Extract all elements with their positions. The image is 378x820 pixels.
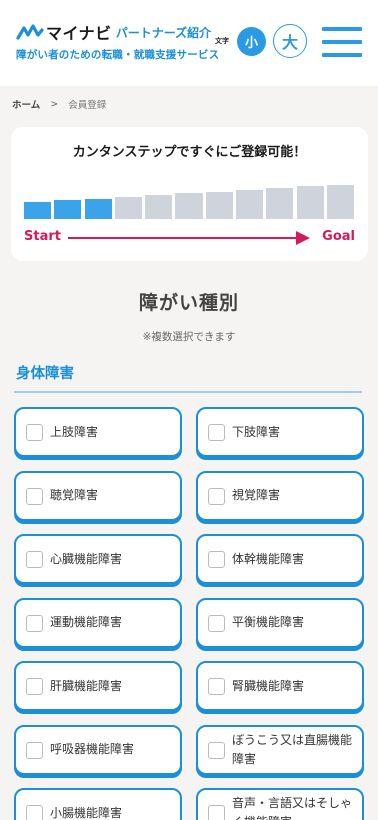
option-label: 視覚障害 xyxy=(232,488,281,503)
breadcrumb-current: 会員登録 xyxy=(68,100,107,111)
option-label: 肝臓機能障害 xyxy=(50,678,123,693)
option-checkbox[interactable] xyxy=(26,678,43,695)
option-checkbox[interactable] xyxy=(208,424,225,441)
step-bar xyxy=(145,195,173,219)
option-checkbox[interactable] xyxy=(208,741,225,759)
logo[interactable]: マイナビ パートナーズ紹介 xyxy=(16,20,211,44)
disability-option[interactable]: 音声・言語又はそしゃく機能障害 xyxy=(196,788,364,820)
option-checkbox[interactable] xyxy=(26,551,43,568)
step-bar xyxy=(54,200,82,219)
disability-option[interactable]: 上肢障害 xyxy=(14,407,182,457)
category-divider xyxy=(14,391,362,393)
step-bar xyxy=(114,196,142,219)
disability-option[interactable]: 平衡機能障害 xyxy=(196,597,364,648)
option-checkbox[interactable] xyxy=(26,741,43,759)
step-bar xyxy=(296,186,324,219)
option-label: 聴覚障害 xyxy=(50,488,99,503)
step-progress-card: カンタンステップですぐにご登録可能！ Start Goal xyxy=(11,127,368,261)
step-bar xyxy=(175,193,203,219)
logo-subtitle: パートナーズ紹介 xyxy=(115,25,212,40)
breadcrumb-home[interactable]: ホーム xyxy=(12,97,40,111)
disability-option[interactable]: 腎臓機能障害 xyxy=(196,661,364,711)
step-bar xyxy=(205,191,233,219)
option-checkbox[interactable] xyxy=(208,614,225,632)
disability-option[interactable]: 呼吸器機能障害 xyxy=(14,724,182,775)
option-checkbox[interactable] xyxy=(26,805,43,820)
step-progress-bars xyxy=(24,167,354,219)
option-label: 呼吸器機能障害 xyxy=(50,742,135,757)
option-checkbox[interactable] xyxy=(208,805,225,820)
option-checkbox[interactable] xyxy=(26,487,43,505)
step-bar xyxy=(326,184,354,219)
site-header: マイナビ パートナーズ紹介 障がい者のための転職・就職支援サービス 文字 小 大 xyxy=(0,0,378,86)
section-title: 障がい種別 xyxy=(138,292,239,314)
breadcrumb-separator: > xyxy=(50,98,59,110)
option-label: 音声・言語又はそしゃく機能障害 xyxy=(232,796,353,820)
option-checkbox[interactable] xyxy=(208,487,225,505)
start-label: Start xyxy=(24,229,61,244)
goal-label: Goal xyxy=(322,229,355,244)
option-checkbox[interactable] xyxy=(26,614,43,632)
start-goal-indicator: Start Goal xyxy=(24,227,355,247)
disability-option[interactable]: ぼうこう又は直腸機能障害 xyxy=(196,724,364,775)
option-label: ぼうこう又は直腸機能障害 xyxy=(232,732,353,766)
option-label: 平衡機能障害 xyxy=(232,615,305,630)
disability-option[interactable]: 運動機能障害 xyxy=(14,597,182,648)
font-size-large-button[interactable]: 大 xyxy=(273,24,307,58)
hamburger-menu-icon[interactable] xyxy=(322,25,364,59)
tagline: 障がい者のための転職・就職支援サービス xyxy=(16,49,220,61)
mynavi-logo-icon xyxy=(16,24,44,40)
logo-brand: マイナビ xyxy=(46,24,112,43)
disability-option[interactable]: 小腸機能障害 xyxy=(14,788,182,820)
option-label: 上肢障害 xyxy=(50,424,99,439)
disability-option[interactable]: 視覚障害 xyxy=(196,470,364,521)
option-label: 体幹機能障害 xyxy=(232,551,305,566)
option-checkbox[interactable] xyxy=(208,551,225,568)
disability-option[interactable]: 聴覚障害 xyxy=(14,470,182,521)
step-card-title: カンタンステップですぐにご登録可能！ xyxy=(72,145,307,160)
step-bar xyxy=(24,202,52,219)
option-label: 腎臓機能障害 xyxy=(232,678,305,693)
step-bar xyxy=(84,198,112,219)
arrow-right-icon xyxy=(296,231,310,245)
step-bar xyxy=(236,189,264,219)
step-bar xyxy=(266,188,294,219)
disability-option[interactable]: 下肢障害 xyxy=(196,407,364,457)
category-title: 身体障害 xyxy=(16,366,74,382)
option-label: 小腸機能障害 xyxy=(50,805,123,820)
breadcrumb: ホーム > 会員登録 xyxy=(12,97,107,112)
font-size-small-button[interactable]: 小 xyxy=(237,27,266,56)
disability-option[interactable]: 肝臓機能障害 xyxy=(14,661,182,711)
option-label: 下肢障害 xyxy=(232,424,281,439)
disability-option[interactable]: 体幹機能障害 xyxy=(196,534,364,584)
progress-arrow-line xyxy=(68,237,298,239)
disability-option[interactable]: 心臓機能障害 xyxy=(14,534,182,584)
option-label: 心臓機能障害 xyxy=(50,551,123,566)
font-size-label: 文字 xyxy=(215,37,229,45)
option-checkbox[interactable] xyxy=(26,424,43,441)
option-label: 運動機能障害 xyxy=(50,615,123,630)
option-checkbox[interactable] xyxy=(208,678,225,695)
section-note: ※複数選択できます xyxy=(142,331,236,343)
